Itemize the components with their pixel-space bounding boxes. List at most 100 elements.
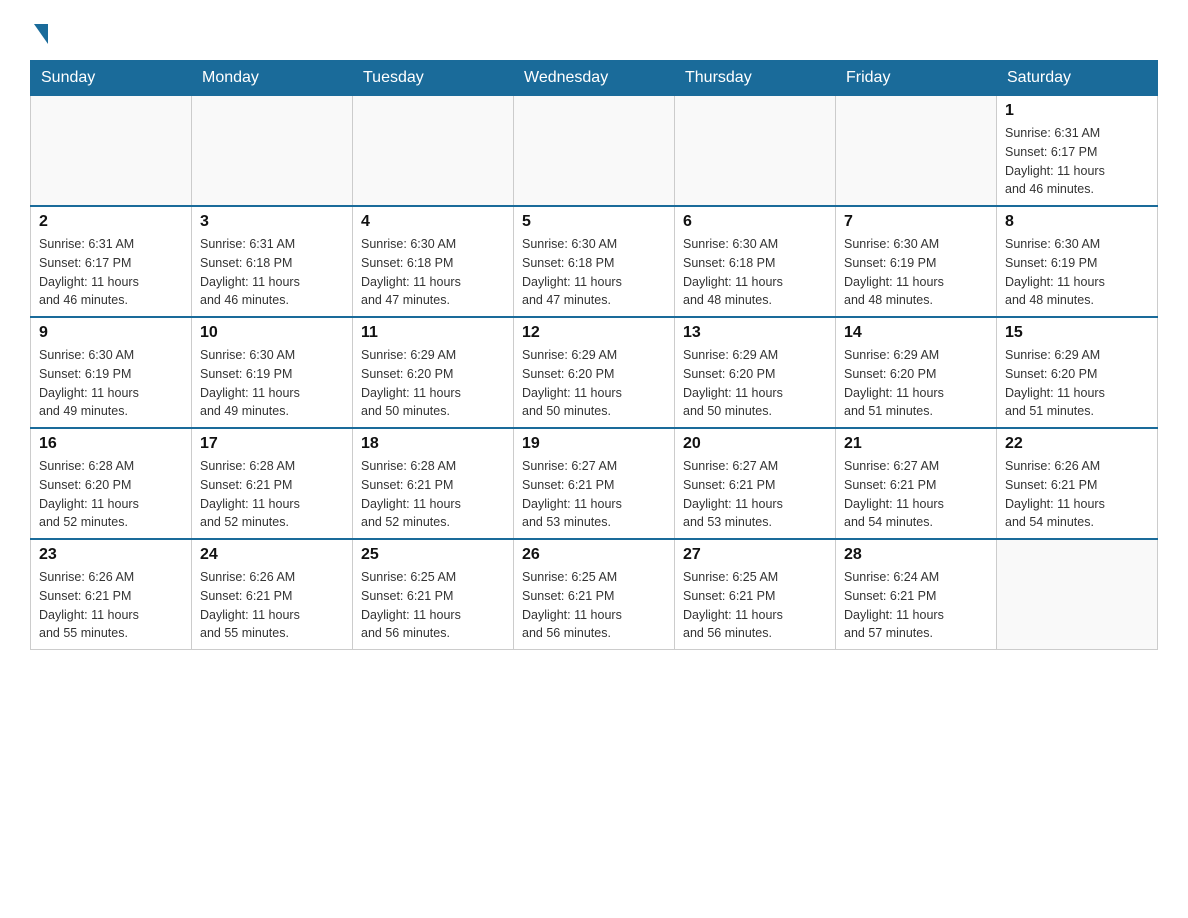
weekday-header-thursday: Thursday [675,61,836,96]
day-info: Sunrise: 6:26 AM Sunset: 6:21 PM Dayligh… [200,568,344,643]
day-info: Sunrise: 6:27 AM Sunset: 6:21 PM Dayligh… [683,457,827,532]
weekday-header-wednesday: Wednesday [514,61,675,96]
calendar-cell: 20 Sunrise: 6:27 AM Sunset: 6:21 PM Dayli… [675,428,836,539]
day-info: Sunrise: 6:25 AM Sunset: 6:21 PM Dayligh… [683,568,827,643]
day-info: Sunrise: 6:29 AM Sunset: 6:20 PM Dayligh… [683,346,827,421]
logo [30,20,48,40]
day-number: 7 [844,213,988,231]
day-number: 27 [683,546,827,564]
calendar-week-5: 23 Sunrise: 6:26 AM Sunset: 6:21 PM Dayli… [31,539,1158,650]
calendar-cell: 16Sunrise: 6:28 AM Sunset: 6:20 PM Dayli… [31,428,192,539]
day-info: Sunrise: 6:31 AM Sunset: 6:17 PM Dayligh… [39,235,183,310]
calendar-cell: 10Sunrise: 6:30 AM Sunset: 6:19 PM Dayli… [192,317,353,428]
day-number: 18 [361,435,505,453]
calendar-week-2: 2 Sunrise: 6:31 AM Sunset: 6:17 PM Daylig… [31,206,1158,317]
day-info: Sunrise: 6:27 AM Sunset: 6:21 PM Dayligh… [522,457,666,532]
day-number: 12 [522,324,666,342]
day-number: 8 [1005,213,1149,231]
logo-arrow-icon [34,24,48,44]
calendar-week-1: 1Sunrise: 6:31 AM Sunset: 6:17 PM Daylig… [31,96,1158,207]
day-number: 28 [844,546,988,564]
calendar-cell [514,96,675,207]
calendar-cell: 27 Sunrise: 6:25 AM Sunset: 6:21 PM Dayli… [675,539,836,650]
weekday-header-sunday: Sunday [31,61,192,96]
calendar-cell: 21 Sunrise: 6:27 AM Sunset: 6:21 PM Dayli… [836,428,997,539]
calendar-cell: 12 Sunrise: 6:29 AM Sunset: 6:20 PM Dayli… [514,317,675,428]
day-number: 25 [361,546,505,564]
calendar-cell: 18 Sunrise: 6:28 AM Sunset: 6:21 PM Dayli… [353,428,514,539]
day-info: Sunrise: 6:25 AM Sunset: 6:21 PM Dayligh… [522,568,666,643]
day-number: 11 [361,324,505,342]
calendar-cell [353,96,514,207]
calendar-cell: 8 Sunrise: 6:30 AM Sunset: 6:19 PM Daylig… [997,206,1158,317]
day-number: 23 [39,546,183,564]
day-number: 22 [1005,435,1149,453]
day-number: 20 [683,435,827,453]
day-info: Sunrise: 6:30 AM Sunset: 6:18 PM Dayligh… [361,235,505,310]
day-number: 5 [522,213,666,231]
weekday-header-saturday: Saturday [997,61,1158,96]
calendar-cell [675,96,836,207]
day-number: 16 [39,435,183,453]
day-number: 15 [1005,324,1149,342]
calendar-table: SundayMondayTuesdayWednesdayThursdayFrid… [30,60,1158,650]
day-number: 21 [844,435,988,453]
calendar-cell: 28 Sunrise: 6:24 AM Sunset: 6:21 PM Dayli… [836,539,997,650]
calendar-cell: 26 Sunrise: 6:25 AM Sunset: 6:21 PM Dayli… [514,539,675,650]
calendar-cell: 5 Sunrise: 6:30 AM Sunset: 6:18 PM Daylig… [514,206,675,317]
page-header [30,20,1158,40]
calendar-cell: 7 Sunrise: 6:30 AM Sunset: 6:19 PM Daylig… [836,206,997,317]
calendar-cell: 19 Sunrise: 6:27 AM Sunset: 6:21 PM Dayli… [514,428,675,539]
day-number: 17 [200,435,344,453]
day-number: 3 [200,213,344,231]
calendar-cell: 17 Sunrise: 6:28 AM Sunset: 6:21 PM Dayli… [192,428,353,539]
day-number: 4 [361,213,505,231]
calendar-cell: 9 Sunrise: 6:30 AM Sunset: 6:19 PM Daylig… [31,317,192,428]
day-info: Sunrise: 6:29 AM Sunset: 6:20 PM Dayligh… [522,346,666,421]
calendar-cell: 11 Sunrise: 6:29 AM Sunset: 6:20 PM Dayli… [353,317,514,428]
day-number: 1 [1005,102,1149,120]
day-info: Sunrise: 6:26 AM Sunset: 6:21 PM Dayligh… [39,568,183,643]
day-info: Sunrise: 6:29 AM Sunset: 6:20 PM Dayligh… [361,346,505,421]
day-number: 24 [200,546,344,564]
day-number: 9 [39,324,183,342]
weekday-header-tuesday: Tuesday [353,61,514,96]
day-number: 26 [522,546,666,564]
day-number: 14 [844,324,988,342]
day-info: Sunrise: 6:27 AM Sunset: 6:21 PM Dayligh… [844,457,988,532]
day-info: Sunrise: 6:30 AM Sunset: 6:19 PM Dayligh… [844,235,988,310]
weekday-header-friday: Friday [836,61,997,96]
day-info: Sunrise: 6:30 AM Sunset: 6:18 PM Dayligh… [683,235,827,310]
calendar-cell: 15Sunrise: 6:29 AM Sunset: 6:20 PM Dayli… [997,317,1158,428]
day-info: Sunrise: 6:30 AM Sunset: 6:18 PM Dayligh… [522,235,666,310]
calendar-cell: 2 Sunrise: 6:31 AM Sunset: 6:17 PM Daylig… [31,206,192,317]
calendar-cell [31,96,192,207]
weekday-header-monday: Monday [192,61,353,96]
calendar-week-3: 9 Sunrise: 6:30 AM Sunset: 6:19 PM Daylig… [31,317,1158,428]
calendar-cell: 4 Sunrise: 6:30 AM Sunset: 6:18 PM Daylig… [353,206,514,317]
day-number: 13 [683,324,827,342]
day-info: Sunrise: 6:28 AM Sunset: 6:21 PM Dayligh… [361,457,505,532]
day-number: 2 [39,213,183,231]
day-info: Sunrise: 6:29 AM Sunset: 6:20 PM Dayligh… [844,346,988,421]
day-info: Sunrise: 6:30 AM Sunset: 6:19 PM Dayligh… [39,346,183,421]
calendar-cell: 3 Sunrise: 6:31 AM Sunset: 6:18 PM Daylig… [192,206,353,317]
calendar-cell: 6Sunrise: 6:30 AM Sunset: 6:18 PM Daylig… [675,206,836,317]
day-info: Sunrise: 6:24 AM Sunset: 6:21 PM Dayligh… [844,568,988,643]
day-info: Sunrise: 6:25 AM Sunset: 6:21 PM Dayligh… [361,568,505,643]
calendar-cell: 14 Sunrise: 6:29 AM Sunset: 6:20 PM Dayli… [836,317,997,428]
calendar-cell: 23 Sunrise: 6:26 AM Sunset: 6:21 PM Dayli… [31,539,192,650]
calendar-cell [997,539,1158,650]
day-info: Sunrise: 6:31 AM Sunset: 6:18 PM Dayligh… [200,235,344,310]
day-number: 19 [522,435,666,453]
calendar-cell [836,96,997,207]
day-info: Sunrise: 6:30 AM Sunset: 6:19 PM Dayligh… [200,346,344,421]
calendar-cell: 24 Sunrise: 6:26 AM Sunset: 6:21 PM Dayli… [192,539,353,650]
day-info: Sunrise: 6:28 AM Sunset: 6:21 PM Dayligh… [200,457,344,532]
calendar-week-4: 16Sunrise: 6:28 AM Sunset: 6:20 PM Dayli… [31,428,1158,539]
day-info: Sunrise: 6:30 AM Sunset: 6:19 PM Dayligh… [1005,235,1149,310]
calendar-cell: 13 Sunrise: 6:29 AM Sunset: 6:20 PM Dayli… [675,317,836,428]
calendar-cell [192,96,353,207]
day-info: Sunrise: 6:26 AM Sunset: 6:21 PM Dayligh… [1005,457,1149,532]
calendar-cell: 22 Sunrise: 6:26 AM Sunset: 6:21 PM Dayli… [997,428,1158,539]
